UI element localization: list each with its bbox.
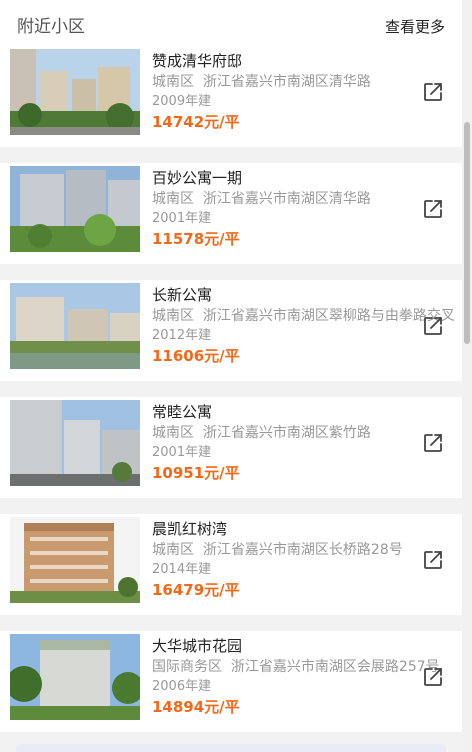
community-name: 常睦公寓	[152, 403, 213, 421]
external-link-icon[interactable]	[421, 197, 445, 221]
average-price: 11606元/平	[152, 347, 240, 365]
community-address: 城南区 浙江省嘉兴市南湖区紫竹路	[152, 425, 371, 441]
community-card[interactable]: 晨凯红树湾 城南区 浙江省嘉兴市南湖区长桥路28号 2014年建 16479元/…	[0, 514, 462, 615]
community-card[interactable]: 常睦公寓 城南区 浙江省嘉兴市南湖区紫竹路 2001年建 10951元/平	[0, 397, 462, 498]
community-photo[interactable]	[10, 400, 140, 486]
average-price: 11578元/平	[152, 230, 240, 248]
external-link-icon[interactable]	[421, 665, 445, 689]
external-link-icon[interactable]	[421, 548, 445, 572]
community-name: 百妙公寓一期	[152, 169, 243, 187]
average-price: 14742元/平	[152, 113, 240, 131]
community-address: 城南区 浙江省嘉兴市南湖区清华路	[152, 191, 371, 207]
average-price: 10951元/平	[152, 464, 240, 482]
average-price: 14894元/平	[152, 698, 240, 716]
community-card[interactable]: 大华城市花园 国际商务区 浙江省嘉兴市南湖区会展路257号 2006年建 148…	[0, 631, 462, 732]
section-header: 附近小区 查看更多	[0, 0, 462, 46]
community-name: 大华城市花园	[152, 637, 243, 655]
scrollbar[interactable]	[462, 0, 472, 752]
build-year: 2001年建	[152, 445, 212, 460]
scrollbar-thumb[interactable]	[464, 122, 470, 344]
community-card[interactable]: 长新公寓 城南区 浙江省嘉兴市南湖区翠柳路与由拳路交叉口 2012年建 1160…	[0, 280, 462, 381]
community-address: 国际商务区 浙江省嘉兴市南湖区会展路257号	[152, 659, 440, 675]
external-link-icon[interactable]	[421, 80, 445, 104]
community-photo[interactable]	[10, 166, 140, 252]
community-photo[interactable]	[10, 283, 140, 369]
build-year: 2009年建	[152, 94, 212, 109]
external-link-icon[interactable]	[421, 431, 445, 455]
community-photo[interactable]	[10, 49, 140, 135]
bottom-panel-edge	[16, 744, 446, 752]
average-price: 16479元/平	[152, 581, 240, 599]
view-more-link[interactable]: 查看更多	[385, 16, 445, 37]
community-address: 城南区 浙江省嘉兴市南湖区翠柳路与由拳路交叉口	[152, 308, 454, 324]
community-card[interactable]: 百妙公寓一期 城南区 浙江省嘉兴市南湖区清华路 2001年建 11578元/平	[0, 163, 462, 264]
build-year: 2014年建	[152, 562, 212, 577]
community-name: 赞成清华府邸	[152, 52, 243, 70]
external-link-icon[interactable]	[421, 314, 445, 338]
community-card[interactable]: 赞成清华府邸 城南区 浙江省嘉兴市南湖区清华路 2009年建 14742元/平	[0, 46, 462, 147]
section-title: 附近小区	[17, 17, 85, 37]
community-photo[interactable]	[10, 517, 140, 603]
build-year: 2006年建	[152, 679, 212, 694]
community-address: 城南区 浙江省嘉兴市南湖区清华路	[152, 74, 371, 90]
community-address: 城南区 浙江省嘉兴市南湖区长桥路28号	[152, 542, 403, 558]
build-year: 2001年建	[152, 211, 212, 226]
community-name: 长新公寓	[152, 286, 213, 304]
community-name: 晨凯红树湾	[152, 520, 228, 538]
community-photo[interactable]	[10, 634, 140, 720]
build-year: 2012年建	[152, 328, 212, 343]
